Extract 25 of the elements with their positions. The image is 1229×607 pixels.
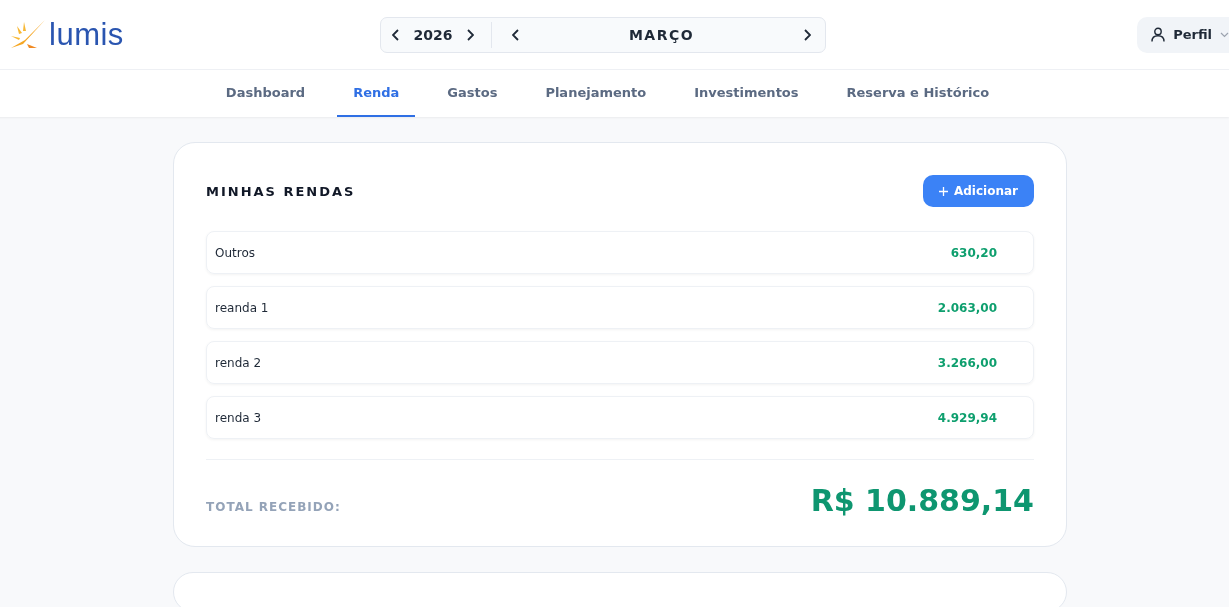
nav-tab[interactable]: Investimentos [678,70,815,117]
section-title: MINHAS RENDAS [206,183,356,199]
nav-tab[interactable]: Planejamento [529,70,663,117]
total-label: TOTAL RECEBIDO: [206,500,341,514]
nav-tab[interactable]: Dashboard [209,70,322,117]
nav-tab[interactable]: Renda [337,70,416,117]
brand-name: lumis [49,16,124,53]
income-row[interactable]: renda 2 3.266,00 [206,341,1034,384]
add-button[interactable]: Adicionar [922,175,1034,207]
total-value: R$ 10.889,14 [810,486,1034,516]
user-icon [1151,27,1166,42]
nav-tab[interactable]: Reserva e Histórico [830,70,1006,117]
profile-button[interactable]: Perfil [1137,16,1229,53]
nav-tab[interactable]: Gastos [431,70,514,117]
income-row[interactable]: reanda 1 2.063,00 [206,286,1034,329]
plus-icon [938,186,948,196]
chevron-right-icon [803,28,811,41]
chevron-down-icon [1220,31,1229,38]
month-label: MARÇO [627,26,696,43]
year-label: 2026 [412,26,454,43]
chevron-left-icon [512,28,520,41]
chevron-left-icon [392,28,400,41]
income-row[interactable]: renda 3 4.929,94 [206,396,1034,439]
income-row[interactable]: Outros 630,20 [206,231,1034,274]
chevron-right-icon [466,28,474,41]
